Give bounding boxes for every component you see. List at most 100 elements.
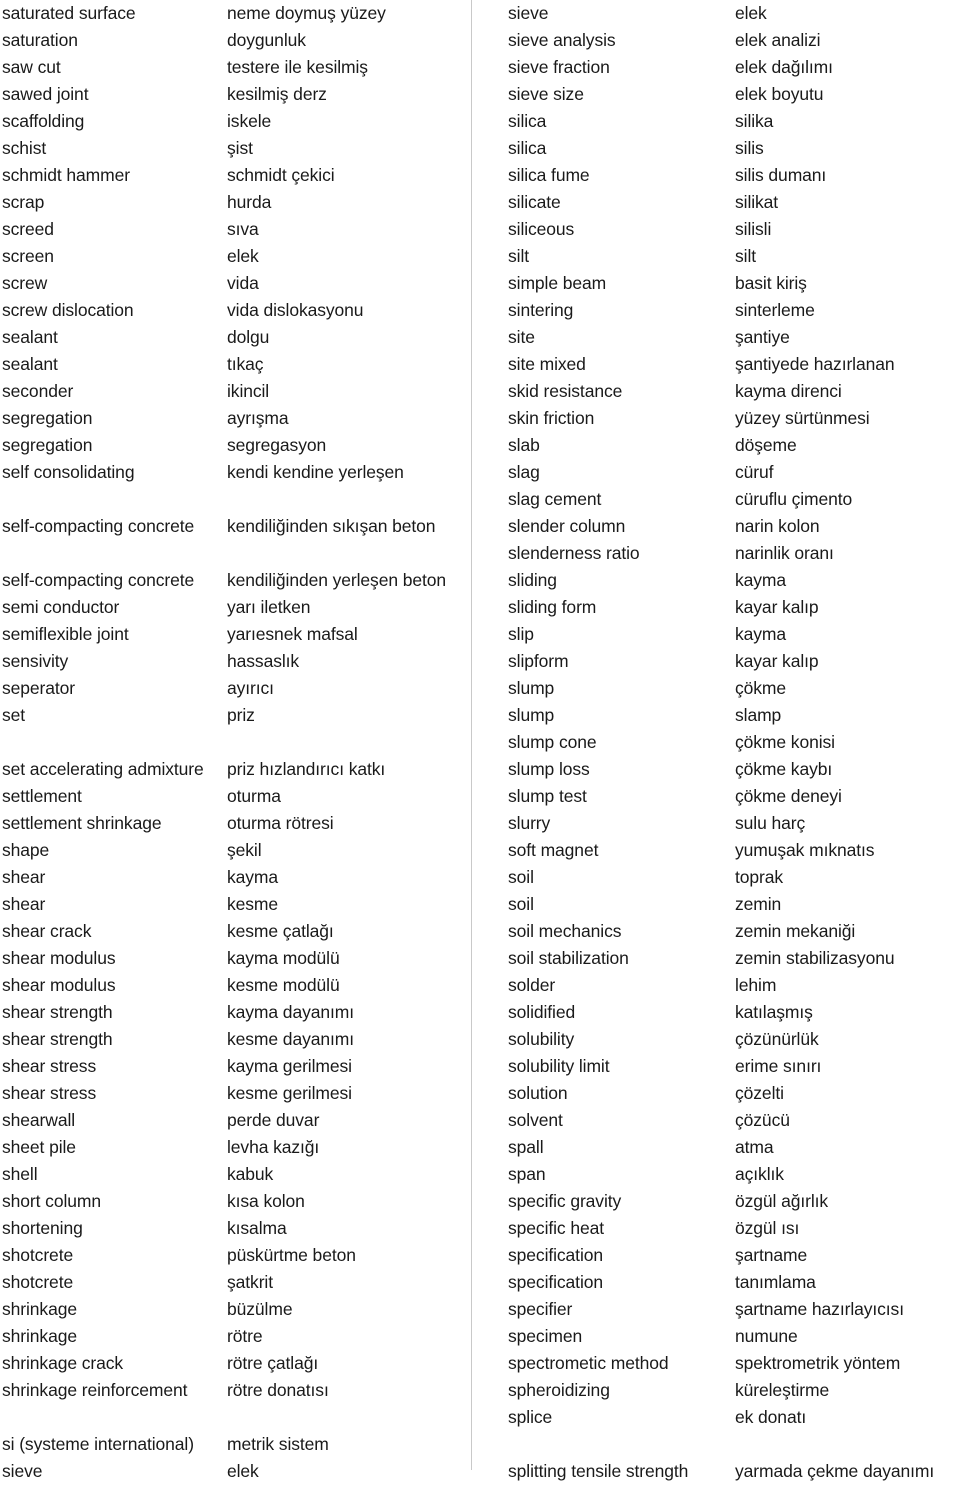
glossary-entry-row: slip kayma (508, 621, 958, 648)
glossary-term-target: testere ile kesilmiş (227, 57, 368, 77)
glossary-entry-row: spall atma (508, 1134, 958, 1161)
glossary-term-target: lehim (735, 975, 777, 995)
glossary-entry-row: shear crack kesme çatlağı (2, 918, 464, 945)
glossary-term-source: site (508, 327, 535, 347)
glossary-entry-row: shortening kısalma (2, 1215, 464, 1242)
glossary-entry-row: sieve analysis elek analizi (508, 27, 958, 54)
glossary-entry-row: shear strength kesme dayanımı (2, 1026, 464, 1053)
glossary-term-target: tıkaç (227, 354, 264, 374)
glossary-term-source: set accelerating admixture (2, 759, 204, 779)
glossary-term-source: slump (508, 705, 555, 725)
glossary-entry-row: short column kısa kolon (2, 1188, 464, 1215)
glossary-term-target: hurda (227, 192, 272, 212)
glossary-term-target: yarıesnek mafsal (227, 624, 358, 644)
glossary-term-target: zemin mekaniği (735, 921, 856, 941)
glossary-entry-row: silicate silikat (508, 189, 958, 216)
glossary-term-target: kesme gerilmesi (227, 1083, 352, 1103)
glossary-term-target: doygunluk (227, 30, 306, 50)
glossary-term-source: schmidt hammer (2, 165, 130, 185)
glossary-term-source: shrinkage reinforcement (2, 1380, 188, 1400)
glossary-entry-row: sheet pile levha kazığı (2, 1134, 464, 1161)
glossary-entry-row: saw cut testere ile kesilmiş (2, 54, 464, 81)
glossary-term-target: kendi kendine yerleşen (227, 462, 404, 482)
glossary-entry-row: set accelerating admixture priz hızlandır… (2, 756, 464, 783)
glossary-column-right: sieve elek sieve analysis elek analizi sieve… (508, 0, 958, 1485)
glossary-term-source: shape (2, 840, 50, 860)
glossary-term-target: elek analizi (735, 30, 821, 50)
glossary-entry-row: slurry sulu harç (508, 810, 958, 837)
glossary-entry-row: shotcrete püskürtme beton (2, 1242, 464, 1269)
glossary-term-target: şartname hazırlayıcısı (735, 1299, 904, 1319)
glossary-term-source: semi conductor (2, 597, 120, 617)
glossary-term-source: siliceous (508, 219, 575, 239)
glossary-entry-row: settlement shrinkage oturma rötresi (2, 810, 464, 837)
glossary-term-target: toprak (735, 867, 784, 887)
glossary-term-source: sensivity (2, 651, 69, 671)
glossary-term-source: shell (2, 1164, 38, 1184)
glossary-term-target: çökme (735, 678, 787, 698)
glossary-entry-row: soil zemin (508, 891, 958, 918)
glossary-spacer-cell (2, 1404, 464, 1431)
glossary-term-target: kayma gerilmesi (227, 1056, 352, 1076)
glossary-entry-row: site mixed şantiyede hazırlanan (508, 351, 958, 378)
glossary-entry-row: sliding kayma (508, 567, 958, 594)
glossary-spacer-row (2, 1404, 464, 1431)
glossary-entry-row: shear strength kayma dayanımı (2, 999, 464, 1026)
glossary-term-target: spektrometrik yöntem (735, 1353, 901, 1373)
glossary-term-source: semiflexible joint (2, 624, 129, 644)
glossary-column-left: saturated surface neme doymuş yüzey satura… (2, 0, 464, 1485)
glossary-entry-row: sawed joint kesilmiş derz (2, 81, 464, 108)
glossary-term-source: screw (2, 273, 48, 293)
glossary-term-target: iskele (227, 111, 272, 131)
glossary-term-target: katılaşmış (735, 1002, 813, 1022)
glossary-entry-row: sieve elek (508, 0, 958, 27)
glossary-entry-row: saturation doygunluk (2, 27, 464, 54)
glossary-term-source: si (systeme international) (2, 1434, 194, 1454)
glossary-term-source: solubility (508, 1029, 575, 1049)
glossary-entry-row: settlement oturma (2, 783, 464, 810)
glossary-term-source: solution (508, 1083, 568, 1103)
glossary-entry-row: slag cüruf (508, 459, 958, 486)
glossary-entry-row: slipform kayar kalıp (508, 648, 958, 675)
glossary-term-target: perde duvar (227, 1110, 320, 1130)
glossary-term-source: short column (2, 1191, 101, 1211)
glossary-term-target: sulu harç (735, 813, 806, 833)
glossary-term-source: settlement (2, 786, 82, 806)
glossary-term-source: span (508, 1164, 546, 1184)
glossary-term-source: solder (508, 975, 556, 995)
glossary-entry-row: silt silt (508, 243, 958, 270)
glossary-term-source: soil stabilization (508, 948, 629, 968)
glossary-term-target: kesme modülü (227, 975, 340, 995)
glossary-term-source: shotcrete (2, 1245, 74, 1265)
glossary-term-source: scrap (2, 192, 45, 212)
glossary-term-source: specification (508, 1272, 604, 1292)
glossary-term-source: site mixed (508, 354, 586, 374)
glossary-term-target: şekil (227, 840, 262, 860)
glossary-entry-row: soil stabilization zemin stabilizasyonu (508, 945, 958, 972)
glossary-term-target: priz (227, 705, 255, 725)
glossary-entry-row: shear stress kesme gerilmesi (2, 1080, 464, 1107)
glossary-term-source: shrinkage (2, 1326, 77, 1346)
glossary-entry-row: solution çözelti (508, 1080, 958, 1107)
glossary-term-source: splitting tensile strength (508, 1461, 689, 1481)
glossary-term-target: çözücü (735, 1110, 790, 1130)
glossary-term-target: yarı iletken (227, 597, 311, 617)
glossary-term-target: narinlik oranı (735, 543, 834, 563)
glossary-term-source: shear modulus (2, 948, 116, 968)
glossary-entry-row: sealant dolgu (2, 324, 464, 351)
glossary-entry-row: shell kabuk (2, 1161, 464, 1188)
glossary-term-source: slipform (508, 651, 569, 671)
glossary-term-source: scaffolding (2, 111, 85, 131)
glossary-term-source: simple beam (508, 273, 607, 293)
glossary-term-target: kendiliğinden sıkışan beton (227, 516, 436, 536)
glossary-spacer-row (508, 1431, 958, 1458)
glossary-entry-row: splitting tensile strength yarmada çekme … (508, 1458, 958, 1485)
glossary-entry-row: silica fume silis dumanı (508, 162, 958, 189)
glossary-term-target: elek (227, 246, 259, 266)
glossary-term-target: silisli (735, 219, 772, 239)
glossary-entry-row: siliceous silisli (508, 216, 958, 243)
column-divider (471, 0, 472, 1470)
glossary-term-target: tanımlama (735, 1272, 816, 1292)
glossary-entry-row: shrinkage crack rötre çatlağı (2, 1350, 464, 1377)
glossary-term-source: soil mechanics (508, 921, 622, 941)
